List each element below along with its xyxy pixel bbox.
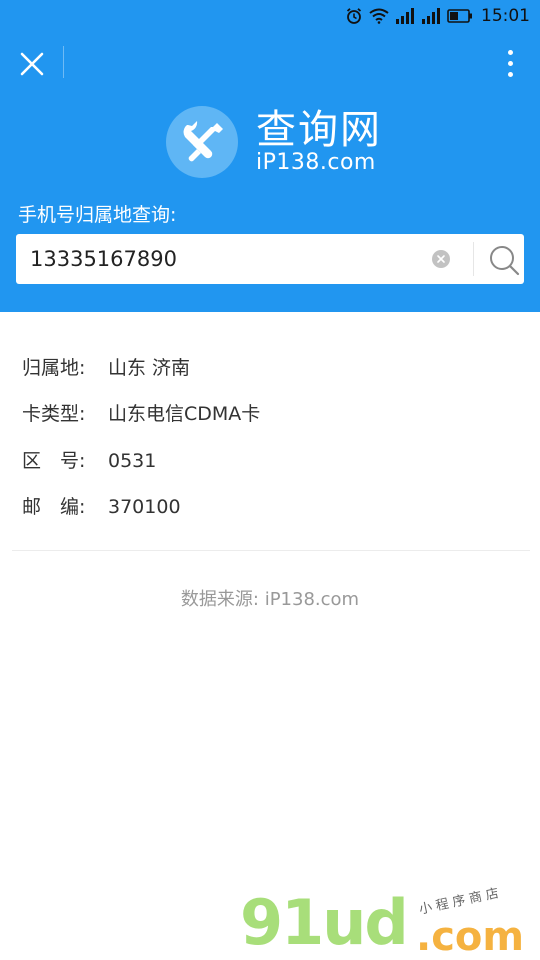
watermark-logo: 91ud .com 小程序商店	[240, 880, 540, 960]
clear-icon	[437, 255, 445, 263]
more-vertical-icon	[507, 49, 513, 55]
header-panel: 15:01 查询网 iP138.com 手机号归属地查询:	[0, 0, 540, 312]
close-icon	[20, 52, 44, 76]
watermark-main: 91ud	[240, 886, 409, 959]
result-row-location: 归属地: 山东 济南	[22, 352, 190, 384]
signal-icon	[421, 8, 441, 24]
status-time: 15:01	[481, 6, 530, 26]
wifi-icon	[369, 8, 389, 24]
result-label: 归属地:	[22, 357, 86, 379]
clear-button[interactable]	[432, 250, 450, 268]
result-value: 山东电信CDMA卡	[108, 403, 261, 425]
more-options-button[interactable]	[498, 46, 522, 80]
watermark-tagline: 小程序商店	[417, 885, 505, 918]
search-divider	[473, 242, 474, 276]
logo-subtitle: iP138.com	[256, 150, 376, 175]
search-icon	[490, 246, 520, 276]
result-value: 0531	[108, 450, 157, 472]
result-value: 山东 济南	[108, 357, 191, 379]
query-label: 手机号归属地查询:	[18, 204, 177, 226]
logo	[166, 106, 238, 178]
result-label: 卡类型:	[22, 403, 86, 425]
search-button[interactable]	[486, 242, 522, 278]
signal-icon	[395, 8, 415, 24]
divider	[12, 550, 530, 551]
logo-title: 查询网	[256, 107, 382, 153]
status-bar: 15:01	[0, 0, 540, 32]
result-value: 370100	[108, 496, 181, 518]
alarm-icon	[345, 7, 363, 25]
result-row-card-type: 卡类型: 山东电信CDMA卡	[22, 398, 260, 430]
result-row-area-code: 区 号: 0531	[22, 445, 156, 477]
data-source: 数据来源: iP138.com	[180, 589, 360, 610]
result-label: 区 号:	[22, 450, 86, 472]
battery-icon	[447, 9, 473, 23]
phone-number-input[interactable]	[30, 234, 430, 284]
result-row-postcode: 邮 编: 370100	[22, 491, 181, 523]
tools-icon	[183, 121, 223, 162]
watermark-domain: .com	[416, 914, 525, 960]
search-box	[16, 234, 524, 284]
close-button[interactable]	[14, 46, 50, 82]
nav-divider	[63, 46, 64, 78]
result-label: 邮 编:	[22, 496, 86, 518]
